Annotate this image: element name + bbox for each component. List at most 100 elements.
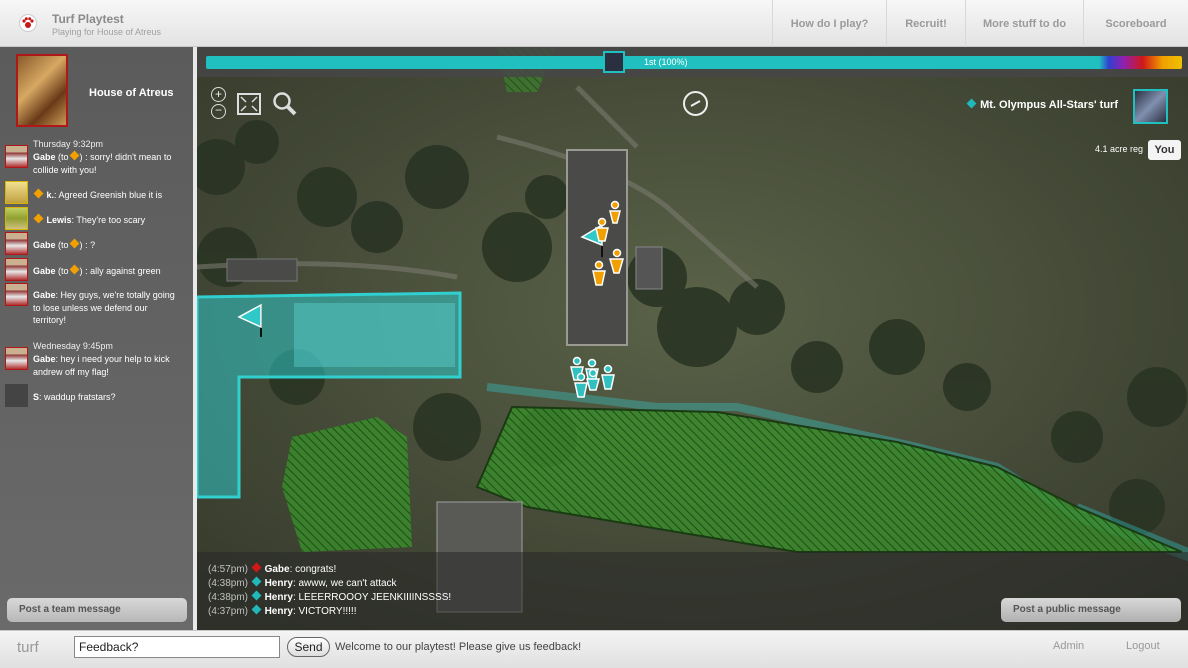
chat-time: (4:57pm)	[208, 564, 249, 575]
avatar[interactable]	[5, 145, 28, 168]
feed-message: : ally against green	[85, 266, 161, 276]
turf-owner-text: Mt. Olympus All-Stars' turf	[980, 99, 1118, 111]
paw-icon[interactable]	[19, 14, 37, 32]
feed-to-prefix: (to	[58, 266, 69, 276]
avatar[interactable]	[5, 181, 28, 204]
you-tag[interactable]: You	[1148, 140, 1181, 160]
avatar[interactable]	[5, 232, 28, 255]
feed-message: : They're too scary	[71, 215, 146, 225]
feed-author: k.	[46, 190, 55, 200]
feed-author: Lewis	[46, 215, 72, 225]
diamond-icon	[966, 98, 977, 109]
acre-text: 4.1 acre reg	[1095, 144, 1144, 154]
turf-owner-label: Mt. Olympus All-Stars' turf	[966, 98, 1118, 111]
feed-time: Thursday 9:32pm	[33, 139, 104, 149]
team-avatar	[16, 54, 68, 127]
footer-bar: turf Send Welcome to our playtest! Pleas…	[0, 630, 1188, 668]
diamond-icon	[33, 188, 44, 199]
feed-message: : ?	[85, 240, 96, 250]
post-public-message-button[interactable]: Post a public message	[1001, 598, 1181, 622]
app-title: Turf Playtest	[52, 12, 124, 26]
list-item: (4:37pm) Henry: VICTORY!!!!!	[208, 604, 357, 617]
avatar[interactable]	[5, 283, 28, 306]
feed-text: k.: Agreed Greenish blue it is	[33, 188, 183, 202]
list-item: (4:38pm) Henry: LEEERROOOY JEENKIIIINSSS…	[208, 590, 452, 603]
top-nav: How do I play? Recruit! More stuff to do…	[772, 0, 1188, 47]
diamond-icon	[69, 150, 79, 161]
chat-author: Henry	[264, 606, 293, 617]
feed-message: : Agreed Greenish blue it is	[54, 190, 163, 200]
list-item: (4:38pm) Henry: awww, we can't attack	[208, 576, 397, 589]
progress-label: 1st (100%)	[644, 57, 688, 67]
feed-author: Gabe	[33, 152, 56, 162]
feed-text: S: waddup fratstars?	[33, 391, 183, 404]
diamond-icon	[251, 562, 262, 573]
diamond-icon	[69, 264, 79, 275]
feed-to-prefix: (to	[58, 240, 69, 250]
nav-more-stuff[interactable]: More stuff to do	[965, 0, 1083, 47]
chat-time: (4:38pm)	[208, 592, 249, 603]
chat-time: (4:38pm)	[208, 578, 249, 589]
feed-author: Gabe	[33, 266, 56, 276]
post-team-message-button[interactable]: Post a team message	[7, 598, 187, 622]
compass-icon[interactable]	[683, 91, 708, 116]
leader-avatar[interactable]	[603, 51, 625, 73]
feed-to-suffix: )	[79, 152, 83, 162]
feed-author: Gabe	[33, 240, 56, 250]
nav-how-to-play[interactable]: How do I play?	[772, 0, 886, 47]
feed-author: Gabe	[33, 290, 56, 300]
welcome-text: Welcome to our playtest! Please give us …	[335, 641, 582, 653]
feed-author: Gabe	[33, 354, 56, 364]
top-bar: Turf Playtest Playing for House of Atreu…	[0, 0, 1188, 47]
feedback-input[interactable]	[74, 636, 280, 658]
feed-to-prefix: (to	[58, 152, 69, 162]
avatar[interactable]	[5, 347, 28, 370]
chat-author: Henry	[264, 578, 293, 589]
owner-avatar[interactable]	[1133, 89, 1168, 124]
map-view[interactable]: 1st (100%) + − Mt. Olympus All-Stars' tu…	[197, 47, 1188, 630]
app-window: Turf Playtest Playing for House of Atreu…	[0, 0, 1188, 668]
send-button[interactable]: Send	[287, 637, 330, 657]
team-sidebar: House of Atreus Thursday 9:32pm Gabe (to…	[0, 47, 193, 630]
logout-link[interactable]: Logout	[1126, 640, 1160, 652]
feed-time: Wednesday 9:45pm	[33, 341, 113, 351]
feed-text: Gabe (to) : ally against green	[33, 264, 183, 278]
avatar[interactable]	[5, 384, 28, 407]
feed-text: Gabe (to) : sorry! didn't mean to collid…	[33, 150, 183, 176]
zoom-in-icon[interactable]: +	[211, 87, 226, 102]
chat-message: : VICTORY!!!!!	[292, 606, 357, 617]
diamond-icon	[251, 590, 262, 601]
progress-header: 1st (100%)	[197, 47, 1188, 77]
fullscreen-icon[interactable]	[237, 93, 261, 115]
feed-text: Gabe: Hey guys, we're totally going to l…	[33, 289, 183, 327]
diamond-icon	[69, 238, 79, 249]
zoom-out-icon[interactable]: −	[211, 104, 226, 119]
app-subtitle: Playing for House of Atreus	[52, 27, 162, 37]
feed-text: Gabe: hey i need your help to kick andre…	[33, 353, 183, 378]
chat-time: (4:37pm)	[208, 606, 249, 617]
team-name: House of Atreus	[89, 87, 174, 99]
diamond-icon	[33, 213, 44, 224]
chat-message: : congrats!	[289, 564, 337, 575]
team-progress-bar	[206, 56, 1182, 69]
satellite-map	[197, 47, 1188, 630]
diamond-icon	[251, 604, 262, 615]
feed-message: : waddup fratstars?	[39, 392, 116, 402]
search-icon[interactable]	[272, 91, 298, 117]
chat-message: : LEEERROOOY JEENKIIIINSSSS!	[292, 592, 452, 603]
feed-to-suffix: )	[79, 240, 83, 250]
nav-recruit[interactable]: Recruit!	[886, 0, 965, 47]
chat-author: Gabe	[264, 564, 290, 575]
nav-scoreboard[interactable]: Scoreboard	[1083, 0, 1188, 47]
feed-to-suffix: )	[79, 266, 83, 276]
footer-brand: turf	[17, 639, 39, 656]
chat-message: : awww, we can't attack	[292, 578, 397, 589]
feed-text: Gabe (to) : ?	[33, 238, 183, 252]
diamond-icon	[251, 576, 262, 587]
admin-link[interactable]: Admin	[1053, 640, 1084, 652]
chat-author: Henry	[264, 592, 293, 603]
avatar[interactable]	[5, 258, 28, 281]
list-item: (4:57pm) Gabe: congrats!	[208, 562, 337, 575]
avatar[interactable]	[5, 207, 28, 230]
feed-text: Lewis: They're too scary	[33, 213, 183, 227]
